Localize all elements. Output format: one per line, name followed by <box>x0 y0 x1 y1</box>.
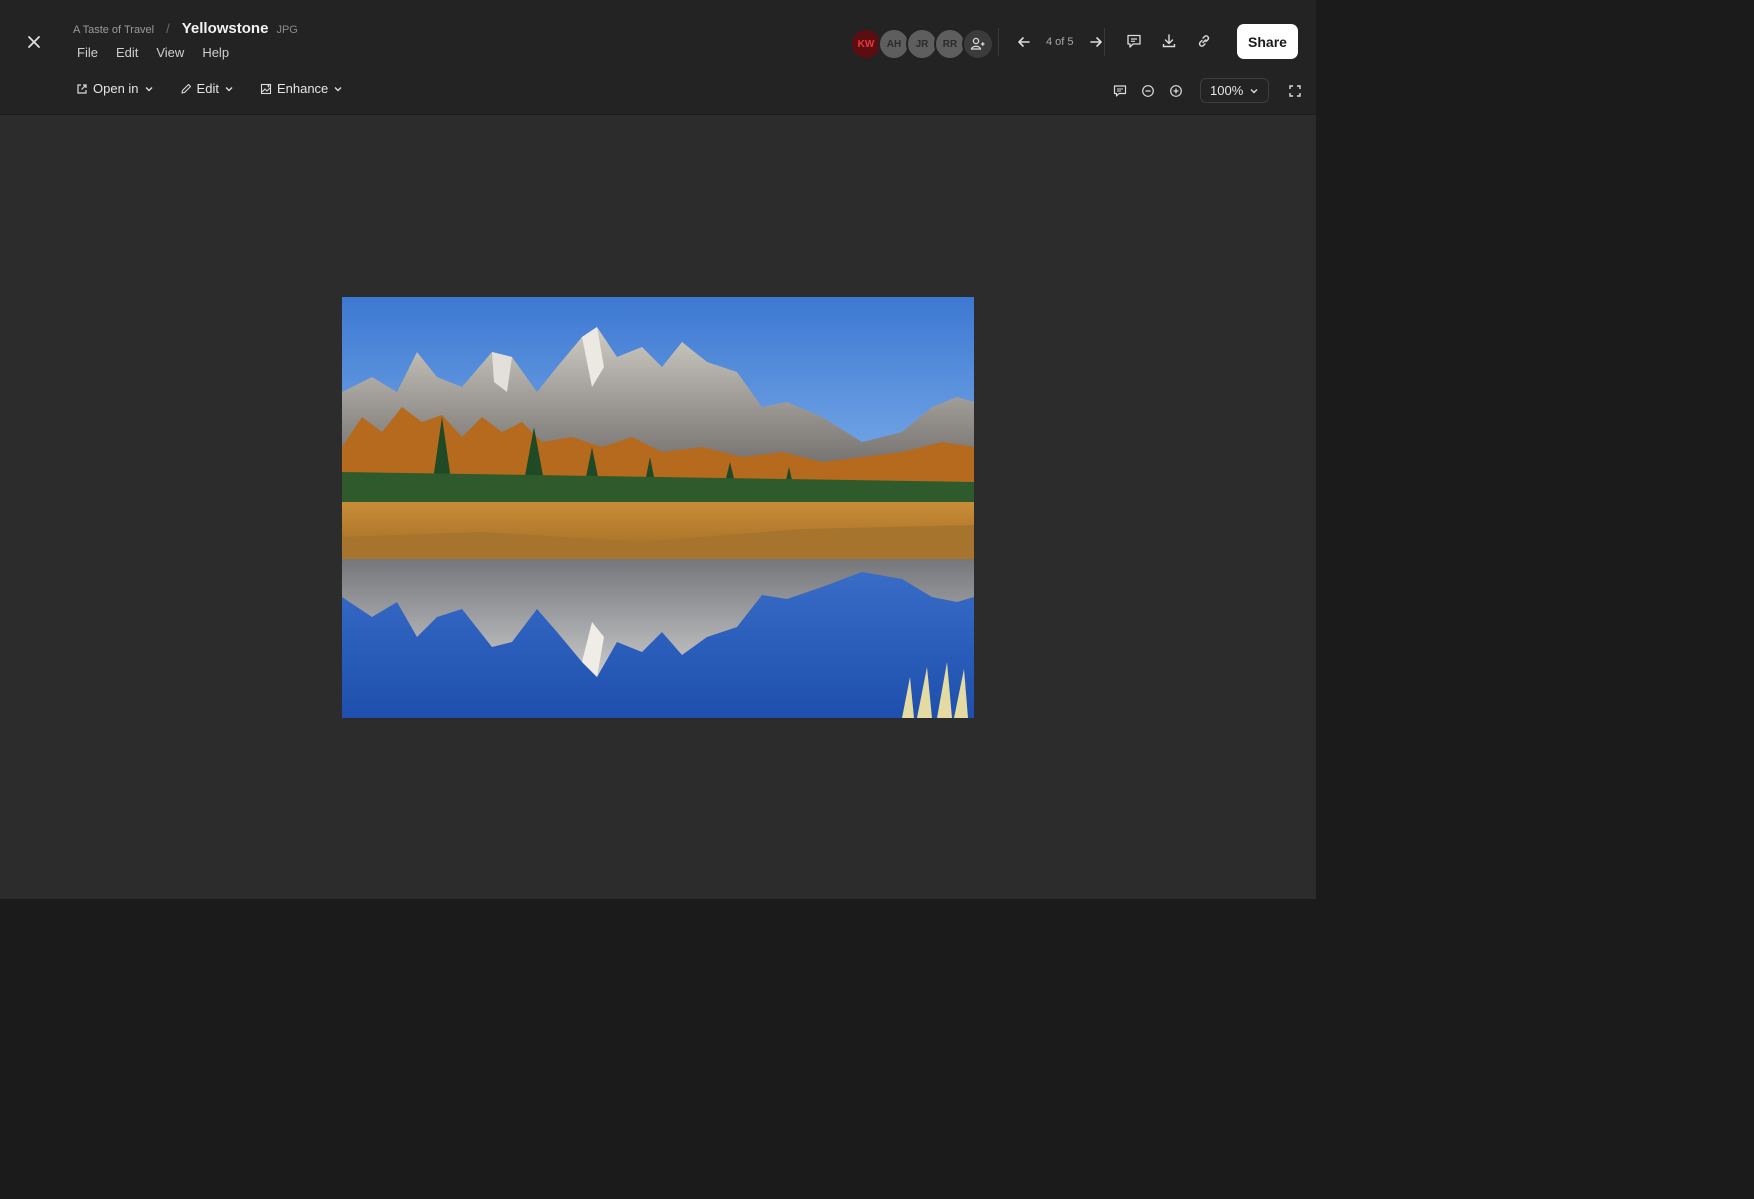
file-actions <box>1122 29 1216 53</box>
arrow-left-icon <box>1018 37 1030 47</box>
open-in-dropdown[interactable]: Open in <box>70 79 160 98</box>
preview-image[interactable] <box>342 297 974 718</box>
comment-toggle-icon <box>1113 84 1127 97</box>
file-extension: JPG <box>276 24 298 36</box>
menu-edit[interactable]: Edit <box>107 43 147 62</box>
divider <box>998 28 999 56</box>
enhance-label: Enhance <box>276 81 329 96</box>
previous-button[interactable] <box>1012 30 1036 54</box>
link-icon <box>1198 35 1210 47</box>
people-access-icon <box>970 37 985 50</box>
viewer-window: A Taste of Travel / Yellowstone JPG File… <box>0 0 1316 899</box>
menu-file[interactable]: File <box>68 43 107 62</box>
pager: 4 of 5 <box>1012 30 1108 54</box>
zoom-in-button[interactable] <box>1164 79 1188 103</box>
zoom-out-icon <box>1142 84 1154 97</box>
edit-label: Edit <box>196 81 219 96</box>
download-button[interactable] <box>1157 29 1181 53</box>
edit-dropdown[interactable]: Edit <box>174 79 240 98</box>
file-title[interactable]: Yellowstone <box>182 20 269 37</box>
zoom-level-value: 100% <box>1210 83 1244 98</box>
zoom-level-select[interactable]: 100% <box>1200 78 1270 103</box>
close-icon <box>28 36 40 48</box>
manage-access-button[interactable] <box>962 28 994 60</box>
divider <box>1104 28 1105 56</box>
landscape-photo <box>342 297 974 718</box>
comment-icon <box>1127 34 1141 48</box>
breadcrumb-separator: / <box>166 21 170 36</box>
breadcrumb: A Taste of Travel / Yellowstone JPG <box>73 20 298 37</box>
breadcrumb-folder[interactable]: A Taste of Travel <box>73 24 154 36</box>
zoom-out-button[interactable] <box>1136 79 1160 103</box>
view-toolbar: 100% <box>1108 78 1307 103</box>
menu-help[interactable]: Help <box>193 43 238 62</box>
open-in-label: Open in <box>93 81 139 96</box>
external-open-icon <box>77 83 87 94</box>
copy-link-button[interactable] <box>1192 29 1216 53</box>
chevron-down-icon <box>334 86 342 91</box>
comment-button[interactable] <box>1122 29 1146 53</box>
close-button[interactable] <box>20 28 48 56</box>
arrow-right-icon <box>1089 37 1102 47</box>
enhance-dropdown[interactable]: Enhance <box>254 79 349 98</box>
pencil-icon <box>180 83 191 94</box>
chevron-down-icon <box>225 86 233 91</box>
enhance-icon <box>260 83 272 94</box>
menu-view[interactable]: View <box>147 43 193 62</box>
toggle-comments-button[interactable] <box>1108 79 1132 103</box>
chevron-down-icon <box>145 86 153 91</box>
menu-bar: File Edit View Help <box>68 43 238 62</box>
fullscreen-icon <box>1289 84 1301 97</box>
edit-toolbar: Open in Edit Enhance <box>70 79 349 98</box>
collaborator-avatars: KW AH JR RR <box>850 28 994 60</box>
fullscreen-button[interactable] <box>1283 79 1307 103</box>
download-icon <box>1162 34 1176 48</box>
chevron-down-icon <box>1250 88 1258 93</box>
share-button[interactable]: Share <box>1237 24 1298 59</box>
zoom-in-icon <box>1170 84 1182 97</box>
page-indicator: 4 of 5 <box>1046 36 1074 48</box>
top-bar: A Taste of Travel / Yellowstone JPG File… <box>0 0 1316 115</box>
